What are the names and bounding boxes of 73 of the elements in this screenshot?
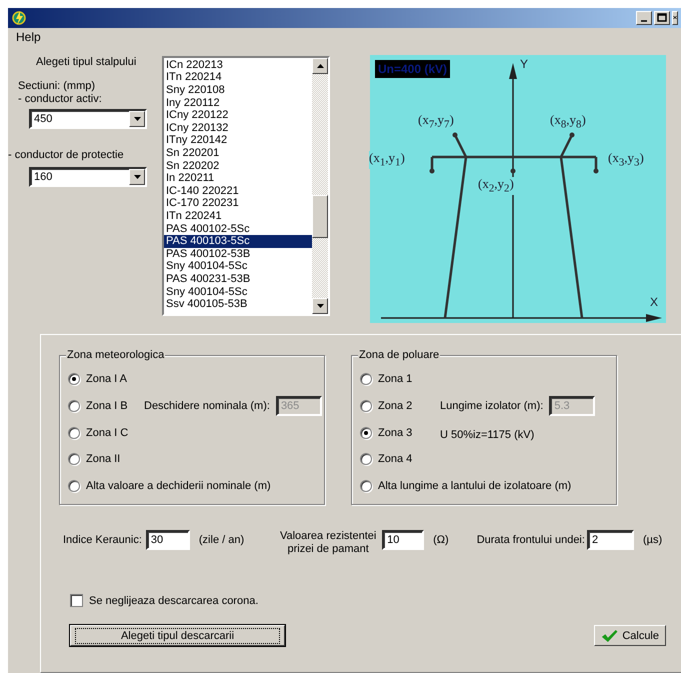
- minimize-icon: [641, 20, 647, 22]
- maximize-button[interactable]: [654, 10, 670, 25]
- group-title: Zona de poluare: [358, 349, 440, 361]
- section-label: Sectiuni: (mmp): [18, 80, 96, 93]
- maximize-icon: [657, 13, 667, 22]
- field-label: Deschidere nominala (m):: [144, 400, 270, 412]
- point-label: (x$_{2}$,y$_{2}$): [478, 176, 514, 196]
- list-item[interactable]: ICny 220132: [164, 122, 312, 134]
- scroll-down-icon: [316, 304, 324, 308]
- group-title: Zona meteorologica: [66, 349, 166, 361]
- list-item[interactable]: Sny 400104-5Sc: [164, 260, 312, 273]
- list-item[interactable]: Sn 220201: [164, 147, 312, 160]
- unit-label: (Ω): [433, 533, 449, 546]
- dropdown-arrow-icon: [134, 116, 140, 121]
- checkmark-icon: [601, 628, 618, 644]
- list-label: Alegeti tipul stalpului: [35, 54, 138, 68]
- radio-option[interactable]: Alta lungime a lantului de izolatoare (m): [360, 480, 616, 492]
- list-item[interactable]: Sn 220202: [164, 160, 312, 172]
- unit-label: (µs): [642, 533, 662, 546]
- radio-option[interactable]: Zona 2: [360, 400, 434, 412]
- scrollbar[interactable]: [312, 58, 328, 314]
- list-item[interactable]: IC-140 220221: [164, 184, 312, 198]
- close-button[interactable]: [672, 10, 678, 25]
- list-item[interactable]: Sny 400104-5Sc: [164, 286, 312, 298]
- radio-option[interactable]: Zona 1: [360, 373, 434, 386]
- list-item[interactable]: ITny 220142: [164, 134, 312, 148]
- field-label: Valoarea rezistentei prizei de pamant: [278, 530, 378, 556]
- field-label: Durata frontului undei:: [476, 533, 585, 546]
- field-label: Indice Keraunic:: [63, 533, 142, 546]
- field-label: Lungime izolator (m):: [440, 400, 544, 412]
- input-field[interactable]: 2: [586, 530, 634, 550]
- field-label: - conductor activ:: [18, 92, 103, 106]
- list-item[interactable]: IC-170 220231: [164, 197, 312, 210]
- axis-label: Y: [520, 56, 528, 71]
- list-item[interactable]: PAS 400231-53B: [164, 272, 312, 286]
- minimize-button[interactable]: [636, 10, 652, 25]
- dropdown[interactable]: 160: [29, 166, 147, 187]
- list-item[interactable]: ITn 220214: [164, 71, 312, 84]
- list-item[interactable]: ICny 220122: [164, 109, 312, 122]
- choose-button[interactable]: Alegeti tipul descarcarii: [70, 625, 285, 646]
- scroll-up-icon: [316, 64, 324, 68]
- unit-label: (zile / an): [198, 533, 244, 546]
- app-icon: [11, 10, 27, 26]
- radio-option[interactable]: Zona 4: [360, 453, 434, 466]
- voltage-label: Un=400 (kV): [375, 60, 450, 78]
- dropdown-arrow-icon: [134, 174, 140, 179]
- list-item[interactable]: Sny 220108: [164, 84, 312, 97]
- list-item[interactable]: PAS 400102-53B: [164, 248, 312, 260]
- list-item[interactable]: Ssv 400105-53B: [164, 298, 312, 311]
- calculate-button[interactable]: Calcule: [594, 625, 666, 646]
- menu-item[interactable]: Help: [10, 30, 47, 44]
- radio-option[interactable]: Alta valoare a dechiderii nominale (m): [68, 480, 324, 492]
- list-item[interactable]: PAS 400102-5Sc: [164, 222, 312, 236]
- radio-option[interactable]: Zona 3: [360, 426, 434, 439]
- input-field[interactable]: 30: [146, 530, 190, 550]
- radio-option[interactable]: Zona I A: [68, 373, 142, 386]
- dropdown[interactable]: 450: [29, 108, 147, 129]
- radio-option[interactable]: Zona I B: [68, 400, 142, 412]
- list-item[interactable]: ITn 220241: [164, 210, 312, 223]
- list-item[interactable]: PAS 400103-5Sc: [164, 235, 312, 248]
- axis-label: X: [650, 294, 658, 309]
- voltage-note: U 50%iz=1175 (kV): [440, 429, 536, 442]
- radio-option[interactable]: Zona I C: [68, 426, 142, 439]
- list-item[interactable]: Iny 220112: [164, 96, 312, 110]
- list-box[interactable]: [162, 56, 330, 316]
- scroll-thumb[interactable]: [312, 194, 328, 238]
- list-item[interactable]: In 220211: [164, 172, 312, 185]
- checkbox[interactable]: Se neglijeaza descarcarea corona.: [70, 594, 681, 607]
- point-label: (x$_{1}$,y$_{1}$): [369, 150, 405, 170]
- list-item[interactable]: ICn 220213: [164, 58, 312, 72]
- field-label: - conductor de protectie: [8, 148, 125, 162]
- input-field[interactable]: 10: [382, 530, 424, 550]
- radio-option[interactable]: Zona II: [68, 453, 142, 466]
